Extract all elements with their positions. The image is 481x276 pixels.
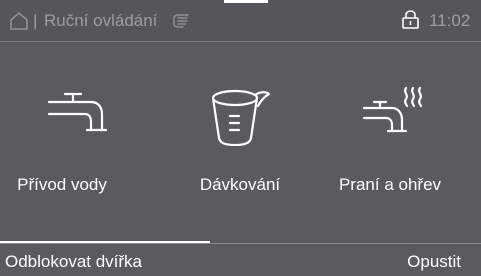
lock-icon (402, 10, 419, 29)
exit-button[interactable]: Opustit (407, 252, 461, 272)
clock: 11:02 (429, 11, 471, 30)
manual-hand-icon (173, 14, 189, 28)
header-separator: | (33, 11, 38, 30)
page-indicator (224, 0, 268, 3)
tap-with-steam-icon (362, 86, 423, 133)
page-title: Ruční ovládání (44, 11, 158, 30)
tile-water-intake-label: Přívod vody (17, 175, 107, 194)
tile-dosing-label: Dávkování (199, 175, 281, 194)
tile-wash-heat[interactable]: Praní a ohřev (320, 42, 480, 241)
measuring-cup-icon (211, 89, 271, 146)
status-bar: | Ruční ovládání 11:02 (0, 0, 481, 42)
unlock-door-button[interactable]: Odblokovat dvířka (5, 252, 142, 272)
home-icon[interactable] (10, 12, 28, 30)
tile-wash-heat-label: Praní a ohřev (338, 175, 442, 194)
water-tap-icon (47, 92, 107, 132)
tile-dosing[interactable]: Dávkování (160, 42, 320, 241)
footer-bar: Odblokovat dvířka Opustit (0, 243, 481, 276)
tile-water-intake[interactable]: Přívod vody (0, 42, 160, 241)
